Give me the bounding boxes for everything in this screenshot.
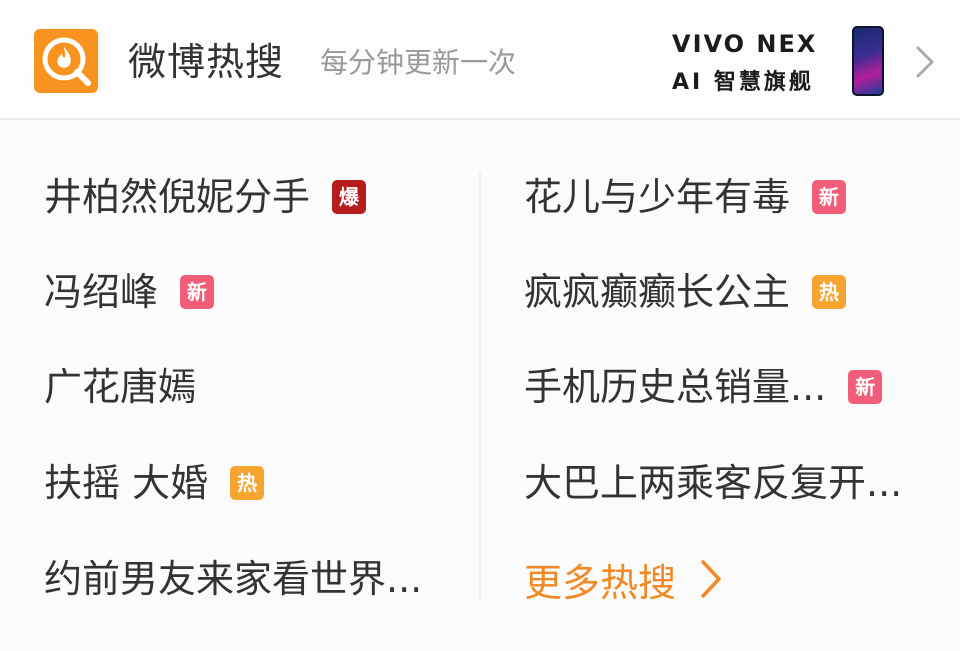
update-frequency-label: 每分钟更新一次 (320, 46, 517, 79)
page-title: 微博热搜 (128, 40, 285, 84)
more-hot-search-link[interactable]: 更多热搜 (524, 554, 724, 605)
new-badge: 新 (812, 180, 847, 214)
list-item[interactable]: 广花唐嫣 (44, 362, 196, 412)
list-item[interactable]: 扶摇 大婚 热 (44, 458, 265, 508)
hot-badge-re: 热 (230, 466, 265, 500)
sponsor-tagline: AI 智慧旗舰 (672, 70, 814, 95)
list-item[interactable]: 疯疯癫癫长公主 热 (524, 267, 847, 317)
list-item-text: 花儿与少年有毒 (524, 175, 791, 219)
new-badge: 新 (848, 370, 883, 404)
hot-badge-re: 热 (812, 275, 847, 309)
list-item[interactable]: 冯绍峰 新 (44, 267, 215, 317)
list-item-text: 井柏然倪妮分手 (44, 175, 311, 219)
list-item[interactable]: 井柏然倪妮分手 爆 (44, 172, 367, 222)
phone-image (852, 26, 884, 96)
weibo-search-logo-icon (34, 29, 98, 93)
new-badge: 新 (180, 275, 215, 309)
chevron-right-icon[interactable] (908, 44, 940, 80)
list-item-text: 约前男友来家看世界... (44, 557, 423, 601)
list-item-text: 大巴上两乘客反复开... (524, 461, 903, 505)
chevron-right-icon (701, 560, 721, 598)
list-item[interactable]: 大巴上两乘客反复开... (524, 458, 902, 508)
header-bar: 微博热搜 每分钟更新一次 VIVO NEX AI 智慧旗舰 (0, 0, 960, 120)
list-item[interactable]: 手机历史总销量... 新 (524, 362, 883, 412)
sponsor-brand: VIVO NEX (672, 30, 818, 58)
list-item-text: 广花唐嫣 (44, 365, 197, 409)
hot-badge-bao: 爆 (332, 180, 367, 214)
hot-search-list: 井柏然倪妮分手 爆 冯绍峰 新 广花唐嫣 扶摇 大婚 热 约前男友来家看世界..… (0, 120, 960, 651)
more-label: 更多热搜 (524, 560, 677, 605)
list-item-text: 疯疯癫癫长公主 (524, 270, 791, 314)
list-item[interactable]: 约前男友来家看世界... (44, 554, 422, 604)
sponsor-banner[interactable]: VIVO NEX AI 智慧旗舰 (672, 22, 892, 102)
list-item-text: 手机历史总销量... (524, 365, 827, 409)
column-divider (479, 172, 481, 602)
list-item[interactable]: 花儿与少年有毒 新 (524, 172, 847, 222)
list-item-text: 冯绍峰 (44, 270, 159, 314)
list-item-text: 扶摇 大婚 (44, 461, 209, 505)
